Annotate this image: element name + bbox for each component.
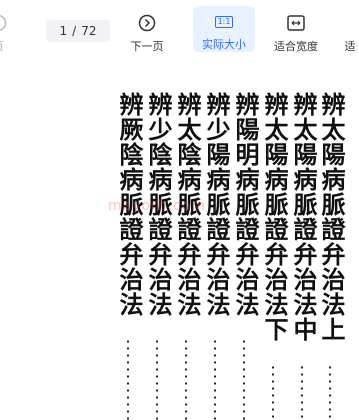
fit-width-button[interactable]: 适合宽度 (270, 6, 322, 54)
leader-dots (214, 338, 216, 420)
leader-dots (272, 364, 274, 420)
text-column: 辨陽明病脈證弁治法 (231, 92, 260, 317)
actual-size-icon-text: 1:1 (214, 16, 234, 28)
text-column: 辨少陽病脈證弁治法 (202, 92, 231, 317)
text-column: 辨太陽病脈證弁治法中 (289, 92, 318, 342)
page-current: 1 (59, 24, 68, 38)
document-page: 辨太陽病脈證弁治法上 辨太陽病脈證弁治法中 辨太陽病脈證弁治法下 辨陽明病脈證弁… (0, 62, 359, 420)
leader-dots (301, 364, 303, 420)
fit-width-label: 适合宽度 (274, 40, 318, 53)
actual-size-label: 实际大小 (202, 38, 246, 51)
prev-page-label: 页 (0, 38, 4, 54)
actual-size-button[interactable]: 1:1 实际大小 (193, 6, 255, 52)
page-separator: / (72, 24, 77, 38)
fit-page-button[interactable]: 适 (340, 6, 359, 54)
chevron-left-icon (0, 12, 7, 34)
next-page-button[interactable]: 下一页 (122, 6, 172, 54)
actual-size-icon: 1:1 (214, 12, 234, 32)
watermark: mayorb.com (108, 198, 207, 214)
reader-toolbar: 页 1 / 72 下一页 1:1 实际大小 适合宽度 适 (0, 0, 359, 62)
fit-page-label: 适 (344, 40, 356, 53)
leader-dots (156, 338, 158, 420)
fit-page-icon (340, 12, 359, 34)
text-column: 辨太陽病脈證弁治法下 (260, 92, 289, 342)
leader-dots (185, 338, 187, 420)
page-total: 72 (81, 24, 97, 38)
text-column: 辨太陽病脈證弁治法上 (317, 92, 346, 342)
chevron-right-icon (138, 12, 156, 34)
fit-width-icon (287, 12, 305, 34)
leader-dots (127, 338, 129, 420)
next-page-label: 下一页 (130, 40, 164, 53)
page-indicator[interactable]: 1 / 72 (46, 20, 110, 42)
leader-dots (243, 338, 245, 420)
leader-dots (329, 364, 331, 420)
prev-page-button[interactable]: 页 (0, 6, 18, 54)
